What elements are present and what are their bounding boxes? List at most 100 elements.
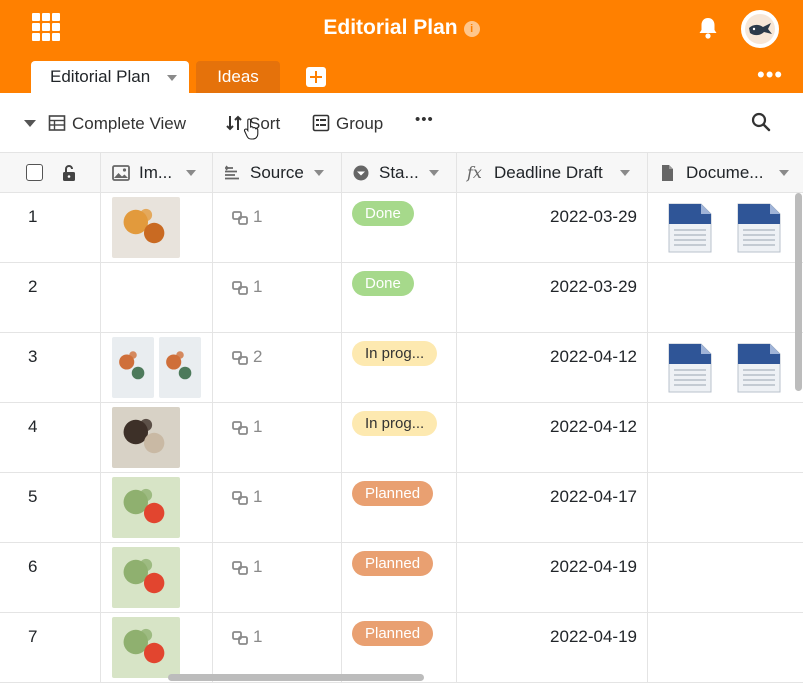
source-link-count[interactable]: 1: [232, 277, 262, 297]
deadline-cell[interactable]: 2022-03-29: [457, 263, 648, 333]
table-row[interactable]: 2 1 Done 2022-03-29: [0, 263, 803, 333]
row-number-cell[interactable]: 1: [0, 193, 101, 263]
chevron-down-icon[interactable]: [429, 170, 439, 176]
chevron-down-icon[interactable]: [167, 75, 177, 81]
documents-cell[interactable]: [648, 473, 803, 543]
row-number-cell[interactable]: 5: [0, 473, 101, 543]
image-cell[interactable]: [101, 543, 213, 613]
table-row[interactable]: 6 1 Planned 2022-04-19: [0, 543, 803, 613]
image-thumbnail[interactable]: [112, 477, 180, 538]
status-badge[interactable]: Planned: [352, 481, 434, 506]
table-row[interactable]: 4 1 In prog... 2022-04-12: [0, 403, 803, 473]
deadline-cell[interactable]: 2022-04-12: [457, 333, 648, 403]
image-cell[interactable]: [101, 613, 213, 683]
documents-cell[interactable]: [648, 403, 803, 473]
group-button[interactable]: Group: [312, 114, 383, 136]
image-thumbnail[interactable]: [112, 197, 180, 258]
source-link-count[interactable]: 1: [232, 557, 262, 577]
table-row[interactable]: 1 1 Done 2022-03-29: [0, 193, 803, 263]
column-header-images[interactable]: Im...: [101, 153, 213, 193]
table-row[interactable]: 5 1 Planned 2022-04-17: [0, 473, 803, 543]
status-cell[interactable]: Done: [342, 263, 457, 333]
image-thumbnail[interactable]: [112, 617, 180, 678]
image-cell[interactable]: [101, 473, 213, 543]
chevron-down-icon[interactable]: [620, 170, 630, 176]
image-cell[interactable]: [101, 403, 213, 473]
bell-icon[interactable]: [697, 16, 719, 40]
source-link-count[interactable]: 1: [232, 487, 262, 507]
chevron-down-icon[interactable]: [24, 120, 36, 127]
column-header-status[interactable]: Sta...: [342, 153, 457, 193]
source-cell[interactable]: 1: [213, 263, 342, 333]
status-cell[interactable]: Planned: [342, 473, 457, 543]
source-cell[interactable]: 1: [213, 193, 342, 263]
image-thumbnail[interactable]: [112, 337, 154, 398]
search-icon[interactable]: [751, 112, 771, 132]
vertical-scrollbar[interactable]: [795, 193, 802, 391]
deadline-cell[interactable]: 2022-04-19: [457, 613, 648, 683]
select-all-checkbox[interactable]: [26, 164, 43, 181]
image-thumbnail[interactable]: [159, 337, 201, 398]
more-options-icon[interactable]: •••: [415, 110, 434, 132]
source-cell[interactable]: 1: [213, 473, 342, 543]
deadline-cell[interactable]: 2022-03-29: [457, 193, 648, 263]
row-number-cell[interactable]: 2: [0, 263, 101, 333]
deadline-cell[interactable]: 2022-04-19: [457, 543, 648, 613]
source-link-count[interactable]: 1: [232, 207, 262, 227]
status-badge[interactable]: Done: [352, 271, 414, 296]
image-thumbnail[interactable]: [112, 407, 180, 468]
source-link-count[interactable]: 2: [232, 347, 262, 367]
document-icon[interactable]: [737, 203, 781, 253]
status-badge[interactable]: In prog...: [352, 341, 438, 366]
avatar[interactable]: [741, 10, 779, 48]
status-badge[interactable]: In prog...: [352, 411, 438, 436]
documents-cell[interactable]: [648, 333, 803, 403]
tab-editorial-plan[interactable]: Editorial Plan: [31, 61, 189, 93]
table-row[interactable]: 7 1 Planned 2022-04-19: [0, 613, 803, 683]
add-tab-icon[interactable]: [306, 67, 326, 87]
document-icon[interactable]: [668, 203, 712, 253]
chevron-down-icon[interactable]: [186, 170, 196, 176]
image-cell[interactable]: [101, 333, 213, 403]
document-icon[interactable]: [737, 343, 781, 393]
row-number-cell[interactable]: 7: [0, 613, 101, 683]
documents-cell[interactable]: [648, 263, 803, 333]
info-icon[interactable]: i: [463, 21, 480, 37]
status-cell[interactable]: Planned: [342, 543, 457, 613]
status-cell[interactable]: In prog...: [342, 333, 457, 403]
source-link-count[interactable]: 1: [232, 627, 262, 647]
documents-cell[interactable]: [648, 193, 803, 263]
status-cell[interactable]: In prog...: [342, 403, 457, 473]
source-cell[interactable]: 1: [213, 613, 342, 683]
status-badge[interactable]: Planned: [352, 621, 434, 646]
source-cell[interactable]: 1: [213, 543, 342, 613]
chevron-down-icon[interactable]: [779, 170, 789, 176]
source-cell[interactable]: 1: [213, 403, 342, 473]
tab-ideas[interactable]: Ideas: [196, 61, 280, 93]
row-number-cell[interactable]: 3: [0, 333, 101, 403]
documents-cell[interactable]: [648, 543, 803, 613]
column-header-deadline[interactable]: fx Deadline Draft: [457, 153, 648, 193]
row-number-cell[interactable]: 6: [0, 543, 101, 613]
row-number-cell[interactable]: 4: [0, 403, 101, 473]
deadline-cell[interactable]: 2022-04-17: [457, 473, 648, 543]
more-icon[interactable]: •••: [757, 64, 783, 86]
image-thumbnail[interactable]: [112, 547, 180, 608]
horizontal-scrollbar[interactable]: [168, 674, 424, 681]
document-icon[interactable]: [668, 343, 712, 393]
status-cell[interactable]: Planned: [342, 613, 457, 683]
deadline-cell[interactable]: 2022-04-12: [457, 403, 648, 473]
view-selector[interactable]: Complete View: [48, 114, 186, 136]
status-badge[interactable]: Done: [352, 201, 414, 226]
status-badge[interactable]: Planned: [352, 551, 434, 576]
unlock-icon[interactable]: [61, 164, 77, 182]
image-cell[interactable]: [101, 263, 213, 333]
column-header-source[interactable]: Source: [213, 153, 342, 193]
documents-cell[interactable]: [648, 613, 803, 683]
status-cell[interactable]: Done: [342, 193, 457, 263]
source-link-count[interactable]: 1: [232, 417, 262, 437]
column-header-documents[interactable]: Docume...: [648, 153, 803, 193]
image-cell[interactable]: [101, 193, 213, 263]
table-row[interactable]: 3 2 In prog... 2022-04-12: [0, 333, 803, 403]
source-cell[interactable]: 2: [213, 333, 342, 403]
